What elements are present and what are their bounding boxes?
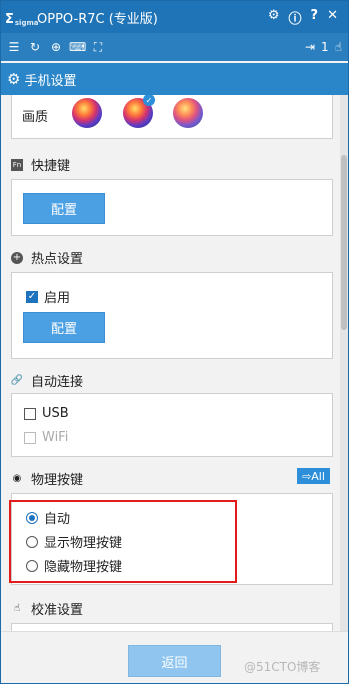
quality-label: 画质: [22, 110, 49, 125]
autoconnect-panel: USB WiFi: [11, 393, 333, 457]
all-button[interactable]: ⇨ All: [297, 468, 330, 484]
hotspot-config-button[interactable]: 配置: [23, 312, 105, 343]
close-icon[interactable]: ✕: [327, 8, 338, 27]
checkbox-icon: [24, 407, 36, 420]
keyboard-icon[interactable]: ⌨: [69, 40, 86, 54]
checkbox-checked-icon: ✓: [26, 290, 38, 303]
quality-option-high[interactable]: [173, 98, 203, 128]
hotspot-title: 热点设置: [31, 252, 84, 267]
touch-icon[interactable]: ☝: [335, 40, 342, 54]
help-icon[interactable]: ?: [311, 8, 319, 27]
usb-checkbox[interactable]: USB: [24, 406, 69, 421]
watermark: @51CTO博客: [244, 660, 321, 674]
back-button[interactable]: 返回: [128, 645, 221, 677]
section-autoconnect: 🔗 自动连接: [11, 371, 83, 390]
shortcut-config-button[interactable]: 配置: [23, 193, 105, 224]
check-icon: ✓: [143, 95, 155, 106]
settings-gear-icon: ⚙: [7, 70, 21, 88]
gear-icon[interactable]: ⚙: [268, 8, 280, 27]
link-icon: 🔗: [10, 375, 24, 386]
export-icon[interactable]: ⇥: [305, 40, 315, 54]
shortcut-panel: 配置: [11, 179, 333, 236]
all-label: All: [311, 469, 325, 483]
quality-panel: 画质 ✓: [11, 95, 333, 139]
fullscreen-icon[interactable]: ⛶: [90, 40, 106, 55]
section-physical-keys: ◉ 物理按键: [11, 469, 83, 488]
page-indicator: 1: [321, 40, 329, 54]
checkbox-disabled-icon: [24, 431, 36, 444]
settings-content: 画质 ✓ Fn 快捷键 配置 + 热点设置 ✓ 启用 配置 🔗 自动连接 USB…: [1, 95, 339, 631]
eye-icon: ◉: [12, 473, 22, 484]
calibration-title: 校准设置: [31, 603, 84, 618]
app-window: Σsigma OPPO-R7C (专业版) ⚙ ⓘ ? ✕ ☰ ↻ ⊕ ⌨ ⛶ …: [0, 0, 349, 684]
fn-icon: Fn: [11, 158, 23, 171]
tab-label: 手机设置: [24, 73, 77, 89]
hotspot-enable-checkbox[interactable]: ✓ 启用: [26, 287, 70, 306]
wifi-label: WiFi: [42, 430, 69, 445]
scrollbar[interactable]: [340, 95, 348, 631]
autoconnect-title: 自动连接: [31, 375, 84, 390]
physical-keys-title: 物理按键: [31, 473, 84, 488]
info-icon[interactable]: ⓘ: [289, 8, 302, 27]
quality-option-low[interactable]: [72, 98, 102, 128]
highlight-box: [9, 500, 237, 583]
refresh-icon[interactable]: ↻: [27, 40, 43, 54]
footer: 返回 @51CTO博客: [1, 631, 348, 683]
app-logo: Σsigma: [5, 7, 39, 27]
wifi-checkbox: WiFi: [24, 430, 68, 445]
shortcut-title: 快捷键: [31, 159, 71, 174]
title-bar: Σsigma OPPO-R7C (专业版) ⚙ ⓘ ? ✕: [1, 1, 348, 33]
window-title: OPPO-R7C (专业版): [37, 11, 158, 27]
section-hotspot: + 热点设置: [11, 248, 83, 267]
toolbar: ☰ ↻ ⊕ ⌨ ⛶ ⇥ 1 ☝: [1, 33, 348, 61]
section-shortcut: Fn 快捷键: [11, 155, 70, 174]
usb-label: USB: [42, 406, 69, 421]
calibration-panel: [11, 623, 333, 631]
hotspot-panel: ✓ 启用 配置: [11, 272, 333, 359]
hand-touch-icon: ☝: [13, 603, 21, 614]
hotspot-enable-label: 启用: [44, 291, 71, 306]
tab-phone-settings[interactable]: ⚙ 手机设置: [1, 63, 348, 95]
plus-circle-icon: +: [11, 251, 23, 264]
logo-glyph: Σ: [5, 12, 14, 27]
scrollbar-thumb[interactable]: [341, 155, 347, 330]
logo-sub: sigma: [14, 19, 39, 27]
zoom-icon[interactable]: ⊕: [48, 40, 64, 54]
list-icon[interactable]: ☰: [6, 40, 22, 54]
section-calibration: ☝ 校准设置: [11, 599, 83, 618]
